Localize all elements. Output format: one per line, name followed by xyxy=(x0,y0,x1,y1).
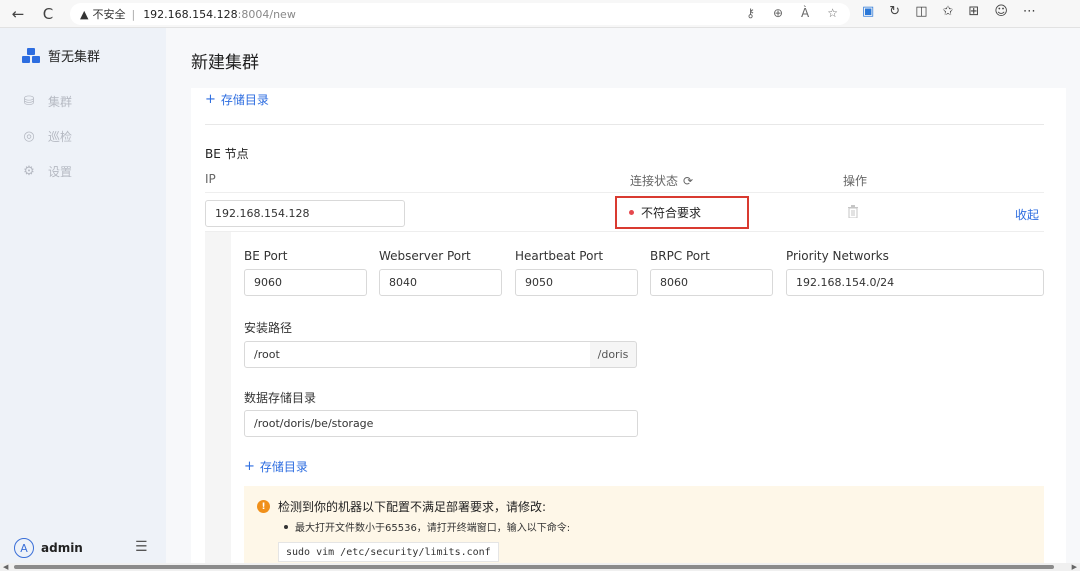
sidebar-item-settings[interactable]: ⚙ 设置 xyxy=(22,163,72,180)
read-aloud-icon[interactable]: À xyxy=(801,6,809,20)
priority-networks-label: Priority Networks xyxy=(786,249,889,263)
brand-name: 暂无集群 xyxy=(48,50,101,65)
address-bar[interactable]: ▲ 不安全 | 192.168.154.128 :8004/new ⚷ ⊕ À… xyxy=(70,3,850,25)
sidebar-item-label: 巡检 xyxy=(48,130,73,144)
be-port-label: BE Port xyxy=(244,249,288,263)
priority-networks-input[interactable]: 192.168.154.0/24 xyxy=(786,269,1044,296)
profile-icon[interactable]: ☺ xyxy=(994,4,1008,19)
key-icon[interactable]: ⚷ xyxy=(746,6,755,20)
row-divider xyxy=(205,231,1044,232)
add-storage-label: 存储目录 xyxy=(220,93,269,107)
plus-icon: + xyxy=(205,92,216,107)
avatar: A xyxy=(14,538,34,558)
data-dir-input[interactable]: /root/doris/be/storage xyxy=(244,410,638,437)
be-port-input[interactable]: 9060 xyxy=(244,269,367,296)
node-ip-input[interactable]: 192.168.154.128 xyxy=(205,200,405,227)
sidebar: 暂无集群 ⛁ 集群 ◎ 巡检 ⚙ 设置 A admin ☰ xyxy=(0,28,166,563)
gear-icon: ⚙ xyxy=(23,164,35,179)
sidebar-item-cluster[interactable]: ⛁ 集群 xyxy=(22,93,72,110)
brand[interactable]: 暂无集群 xyxy=(22,46,100,65)
status-error-dot xyxy=(629,210,634,215)
command-code[interactable]: sudo vim /etc/security/limits.conf xyxy=(278,542,499,562)
favorites-icon[interactable]: ✩ xyxy=(943,4,954,19)
node-detail-indent xyxy=(205,232,231,568)
sidebar-item-label: 集群 xyxy=(48,95,73,109)
form-card: + 存储目录 BE 节点 IP 连接状态 ⟳ 操作 192.168.154.12… xyxy=(191,88,1066,568)
url-path: :8004/new xyxy=(237,7,296,21)
zoom-icon[interactable]: ⊕ xyxy=(773,6,783,20)
sidebar-item-label: 设置 xyxy=(48,165,73,179)
scroll-left-icon[interactable]: ◀ xyxy=(3,563,8,571)
inspect-icon: ◎ xyxy=(23,129,35,144)
user-menu[interactable]: A admin xyxy=(14,538,83,558)
column-header-status: 连接状态 ⟳ xyxy=(630,172,693,189)
address-separator: | xyxy=(131,7,136,21)
webserver-port-label: Webserver Port xyxy=(379,249,471,263)
data-dir-label: 数据存储目录 xyxy=(244,391,317,405)
warning-alert: ! 检测到你的机器以下配置不满足部署要求，请修改: 最大打开文件数小于65536… xyxy=(244,486,1044,568)
reload-button[interactable]: C xyxy=(38,4,58,24)
column-header-status-label: 连接状态 xyxy=(630,174,679,188)
column-header-action: 操作 xyxy=(843,174,868,188)
plus-icon: + xyxy=(244,459,255,474)
sidebar-item-inspect[interactable]: ◎ 巡检 xyxy=(22,128,72,145)
alert-title: 检测到你的机器以下配置不满足部署要求，请修改: xyxy=(278,500,547,514)
delete-trash-icon[interactable] xyxy=(847,205,859,218)
alert-item-text: 最大打开文件数小于65536，请打开终端窗口，输入以下命令: xyxy=(295,523,571,534)
horizontal-scrollbar[interactable]: ◀ ▶ xyxy=(0,563,1080,571)
favorite-star-icon[interactable]: ☆ xyxy=(827,6,838,20)
add-storage-dir-button[interactable]: + 存储目录 xyxy=(244,458,308,475)
cluster-logo-icon xyxy=(22,47,40,63)
install-path-suffix: /doris xyxy=(590,341,637,368)
install-path-input[interactable]: /root xyxy=(244,341,591,368)
divider xyxy=(205,124,1044,125)
page-title: 新建集群 xyxy=(191,53,259,73)
refresh-status-icon[interactable]: ⟳ xyxy=(683,174,693,188)
status-text: 不符合要求 xyxy=(641,206,702,220)
brpc-port-input[interactable]: 8060 xyxy=(650,269,773,296)
install-path-label: 安装路径 xyxy=(244,321,293,335)
main-content: 新建集群 + 存储目录 BE 节点 IP 连接状态 ⟳ 操作 192.168.1… xyxy=(166,28,1080,568)
add-storage-label: 存储目录 xyxy=(259,460,308,474)
heartbeat-port-input[interactable]: 9050 xyxy=(515,269,638,296)
brpc-port-label: BRPC Port xyxy=(650,249,710,263)
row-divider xyxy=(205,192,1044,193)
scrollbar-thumb[interactable] xyxy=(14,565,1054,569)
collections-icon[interactable]: ⊞ xyxy=(968,4,979,19)
connection-status: 不符合要求 xyxy=(615,196,749,229)
add-storage-dir-button-top[interactable]: + 存储目录 xyxy=(205,91,269,108)
be-section-title: BE 节点 xyxy=(205,147,249,161)
collapse-link[interactable]: 收起 xyxy=(1015,206,1039,223)
security-label: 不安全 xyxy=(92,8,126,21)
warning-icon: ▲ xyxy=(80,7,89,21)
back-button[interactable]: ← xyxy=(8,4,28,24)
refresh-extension-icon[interactable]: ↻ xyxy=(889,4,900,19)
scroll-right-icon[interactable]: ▶ xyxy=(1072,563,1077,571)
split-screen-icon[interactable]: ◫ xyxy=(915,4,927,19)
cluster-icon: ⛁ xyxy=(23,94,35,109)
menu-collapse-icon[interactable]: ☰ xyxy=(135,539,148,555)
alert-item: 最大打开文件数小于65536，请打开终端窗口，输入以下命令: xyxy=(284,519,570,534)
heartbeat-port-label: Heartbeat Port xyxy=(515,249,604,263)
user-name: admin xyxy=(41,541,83,555)
warning-icon: ! xyxy=(257,500,270,513)
extension-icon[interactable]: ▣ xyxy=(862,4,874,19)
bullet-icon xyxy=(284,524,288,529)
webserver-port-input[interactable]: 8040 xyxy=(379,269,502,296)
column-header-ip: IP xyxy=(205,172,216,186)
browser-toolbar: ← C ▲ 不安全 | 192.168.154.128 :8004/new ⚷ … xyxy=(0,0,1080,28)
url-host: 192.168.154.128 xyxy=(143,7,238,21)
more-icon[interactable]: ⋯ xyxy=(1023,4,1036,19)
